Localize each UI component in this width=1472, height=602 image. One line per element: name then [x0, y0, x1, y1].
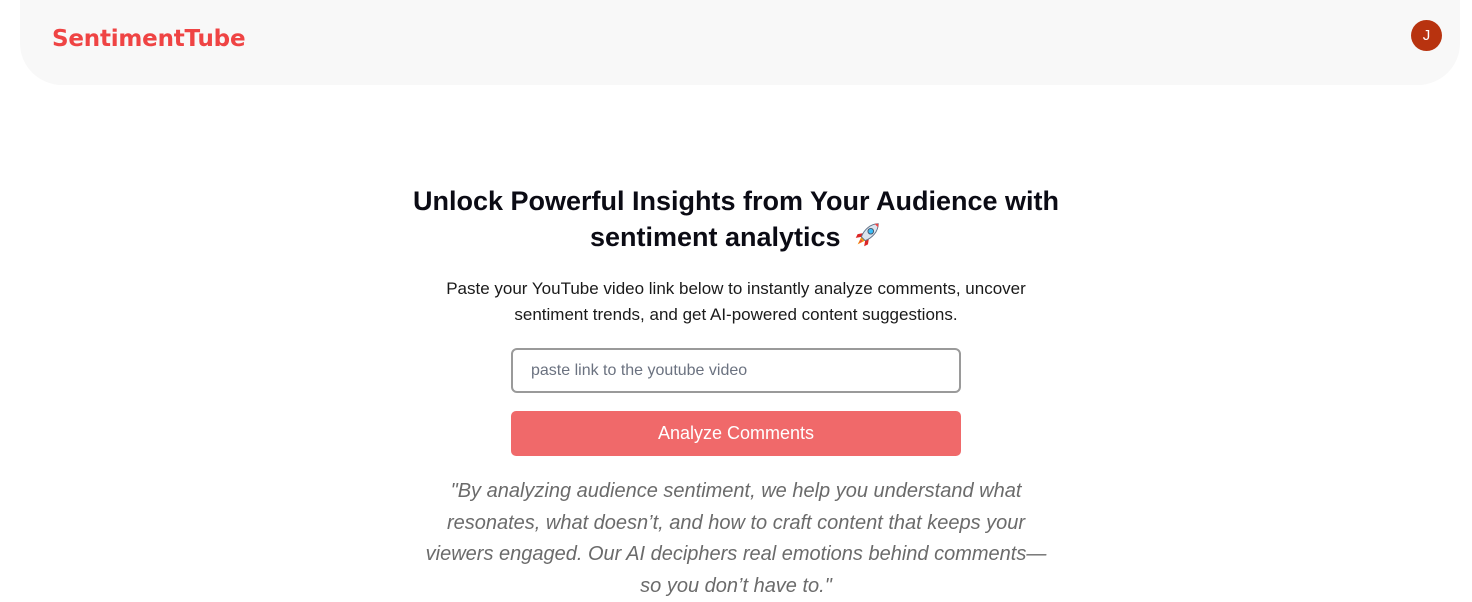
- brand-logo[interactable]: SentimentTube: [52, 23, 246, 55]
- rocket-icon: [852, 220, 882, 259]
- mission-quote: "By analyzing audience sentiment, we hel…: [425, 480, 1047, 597]
- hero-subtitle: Paste your YouTube video link below to i…: [446, 279, 1026, 324]
- hero-section: Unlock Powerful Insights from Your Audie…: [0, 183, 1472, 602]
- user-avatar[interactable]: J: [1411, 20, 1442, 51]
- page-title: Unlock Powerful Insights from Your Audie…: [386, 183, 1086, 259]
- page-title-text: Unlock Powerful Insights from Your Audie…: [412, 186, 1060, 252]
- analyze-comments-button[interactable]: Analyze Comments: [511, 411, 961, 456]
- top-navbar: SentimentTube J: [20, 0, 1460, 85]
- youtube-link-input[interactable]: [511, 348, 961, 393]
